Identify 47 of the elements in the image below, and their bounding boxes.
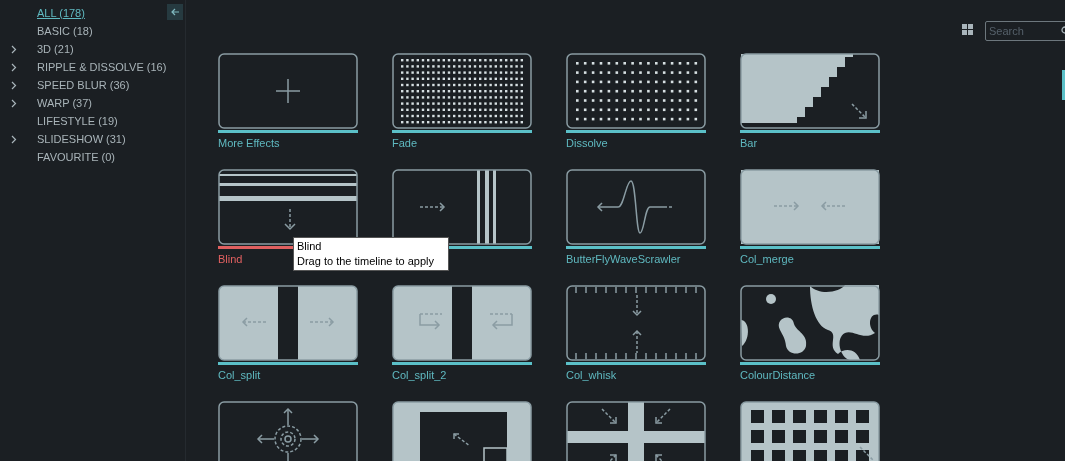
effect-label: Col_split: [218, 367, 261, 383]
chevron-icon[interactable]: [11, 80, 17, 90]
effect-thumbnail[interactable]: [566, 401, 706, 461]
back-arrow-icon: [170, 8, 180, 16]
effect-label: Col_whisk: [566, 367, 617, 383]
collapse-button[interactable]: [167, 4, 183, 20]
effect-label: Col_split_2: [392, 367, 447, 383]
effect-label: ColourDistance: [740, 367, 816, 383]
effect-thumbnail[interactable]: [740, 53, 880, 129]
tooltip-title: Blind: [297, 239, 323, 254]
category-item[interactable]: RIPPLE & DISSOLVE (16): [37, 58, 167, 76]
effect-thumbnail[interactable]: [740, 401, 880, 461]
chevron-icon[interactable]: [11, 134, 17, 144]
effect-label: Fade: [392, 135, 418, 151]
effect-label: Bar: [740, 135, 758, 151]
effect-label: More Effects: [218, 135, 280, 151]
effect-label: Col_merge: [740, 251, 794, 267]
effect-thumbnail[interactable]: [740, 169, 880, 245]
chevron-icon[interactable]: [11, 44, 17, 54]
effect-thumbnail[interactable]: [392, 169, 532, 245]
category-item[interactable]: FAVOURITE (0): [37, 148, 116, 166]
category-item[interactable]: BASIC (18): [37, 22, 93, 40]
category-item[interactable]: SPEED BLUR (36): [37, 76, 130, 94]
effect-thumbnail[interactable]: [218, 53, 358, 129]
category-item[interactable]: 3D (21): [37, 40, 74, 58]
grid-view-icon[interactable]: [962, 24, 973, 35]
effect-thumbnail[interactable]: [566, 285, 706, 361]
search-field[interactable]: Search: [985, 21, 1065, 41]
category-item[interactable]: SLIDESHOW (31): [37, 130, 126, 148]
effect-thumbnail[interactable]: [566, 169, 706, 245]
chevron-icon[interactable]: [11, 98, 17, 108]
tooltip-text: Drag to the timeline to apply: [297, 254, 435, 269]
category-item[interactable]: LIFESTYLE (19): [37, 112, 118, 130]
effect-thumbnail[interactable]: [218, 401, 358, 461]
scrollbar-thumb[interactable]: [1062, 70, 1065, 100]
effect-thumbnail[interactable]: [392, 401, 532, 461]
effect-thumbnail[interactable]: [218, 285, 358, 361]
category-item[interactable]: WARP (37): [37, 94, 92, 112]
effect-thumbnail[interactable]: [566, 53, 706, 129]
effect-label: ButterFlyWaveScrawler: [566, 251, 681, 267]
effect-label: Blind: [218, 251, 243, 267]
effect-thumbnail[interactable]: [392, 53, 532, 129]
effect-label: Dissolve: [566, 135, 608, 151]
category-item[interactable]: ALL (178): [37, 4, 85, 22]
chevron-icon[interactable]: [11, 62, 17, 72]
effect-thumbnail[interactable]: [740, 285, 880, 361]
effect-thumbnail[interactable]: [392, 285, 532, 361]
